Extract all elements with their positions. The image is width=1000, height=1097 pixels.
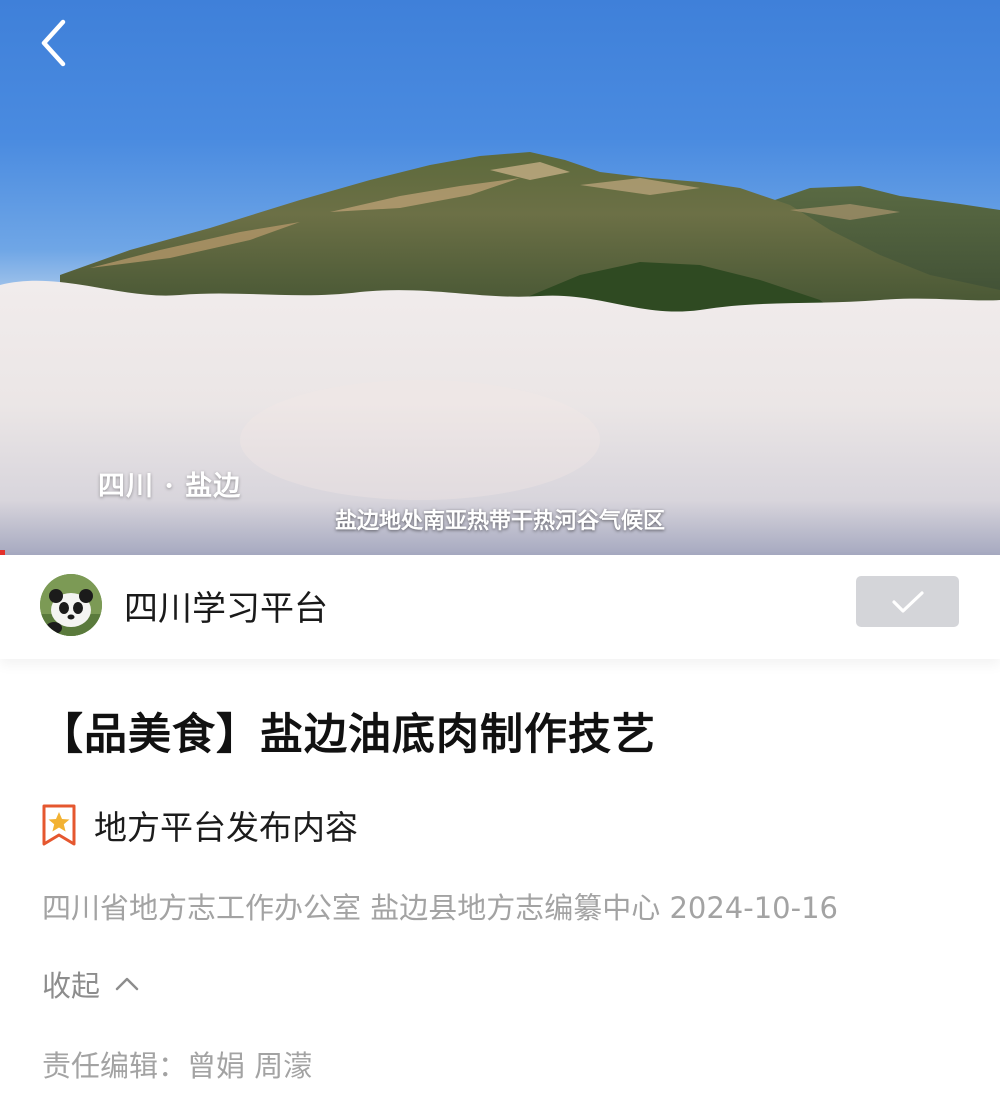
video-player[interactable]: 四川 · 盐边 盐边地处南亚热带干热河谷气候区: [0, 0, 1000, 555]
account-avatar[interactable]: [40, 574, 102, 636]
article-source-date: 四川省地方志工作办公室 盐边县地方志编纂中心 2024-10-16: [42, 891, 838, 925]
star-ribbon-icon: [42, 804, 76, 846]
panda-avatar-icon: [40, 574, 102, 636]
chevron-left-icon: [41, 19, 66, 67]
back-button[interactable]: [38, 18, 82, 70]
collapse-toggle[interactable]: 收起: [42, 963, 140, 1005]
article-title: 【品美食】盐边油底肉制作技艺: [40, 710, 656, 760]
platform-badge-label: 地方平台发布内容: [94, 808, 358, 847]
checkmark-icon: [891, 590, 924, 613]
follow-button[interactable]: [856, 576, 959, 627]
video-subtitle: 盐边地处南亚热带干热河谷气候区: [334, 508, 665, 534]
platform-badge: 地方平台发布内容: [42, 803, 358, 847]
account-name[interactable]: 四川学习平台: [124, 581, 328, 630]
chevron-up-icon: [115, 977, 139, 991]
video-location-caption: 四川 · 盐边: [98, 471, 242, 502]
account-row: 四川学习平台: [0, 555, 1000, 659]
responsible-editor: 责任编辑：曾娟 周濛: [42, 1049, 313, 1083]
collapse-label: 收起: [42, 969, 101, 1003]
